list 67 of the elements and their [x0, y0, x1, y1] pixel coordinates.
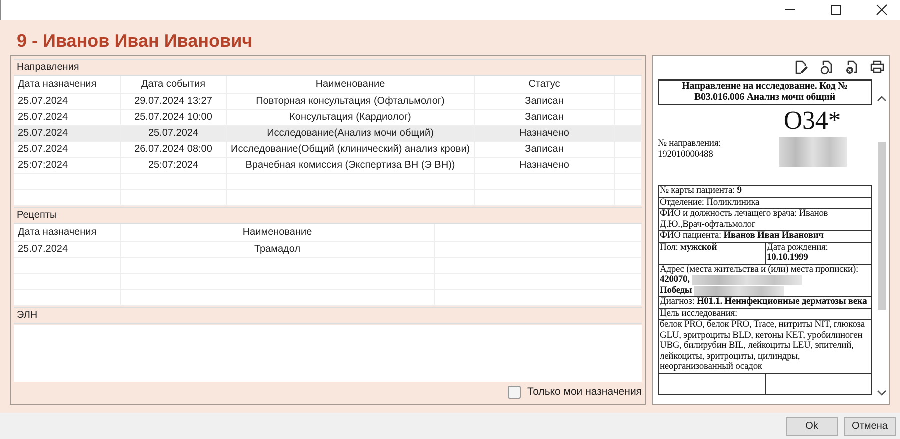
column-header[interactable]: Дата назначения — [14, 224, 121, 241]
section-title: Направления — [17, 62, 80, 73]
table-cell: 25.07.2024 — [14, 94, 121, 109]
document-field: Цель исследования: — [659, 308, 871, 319]
document-field: белок PRO, белок PRO, Trace, нитриты NIT, глюкоза GLU, эритроциты BLD, кетоны KET, уробилиноген UBG, билирубин BIL, лейкоциты LEU, эпителий, лейкоциты, эритроциты, цилиндры, неорганизованный осадок — [659, 320, 871, 372]
table-cell: Назначено — [475, 158, 615, 173]
redacted-block — [778, 137, 846, 167]
table-cell: 25.07.2024 — [121, 126, 227, 141]
table-cell: Врачебная комиссия (Экспертиза ВН (Э ВН)) — [227, 158, 475, 173]
table-cell: 25:07:2024 — [14, 158, 121, 173]
table-row[interactable]: 25:07:2024 25:07:2024 Врачебная комиссия (Экспертиза ВН (Э ВН)) Назначено — [14, 158, 642, 174]
referral-label: № направления: — [658, 139, 722, 150]
close-icon[interactable] — [876, 4, 888, 16]
table-cell: Исследование(Общий (клинический) анализ крови) — [227, 142, 475, 157]
table-cell: 25.07.2024 — [14, 142, 121, 157]
table-cell: 25.07.2024 — [14, 242, 121, 257]
checkbox[interactable] — [508, 386, 522, 398]
column-header[interactable]: Дата события — [121, 76, 227, 93]
table-cell: 25.07.2024 — [14, 126, 121, 141]
document-field: ФИО и должность лечащего врача: Иванов Д.Ю.,Врач-офтальмолог — [659, 209, 871, 230]
only-mine-checkbox[interactable]: Только мои назначения — [508, 386, 642, 398]
scroll-up-icon[interactable] — [877, 96, 887, 102]
address-text: 420070, — [660, 275, 690, 286]
cancel-button[interactable]: Отмена — [844, 416, 896, 436]
address-label: Адрес (места жительства и (или) места прописки): — [660, 264, 860, 275]
column-header[interactable]: Наименование — [121, 224, 435, 241]
table-cell: Трамадол — [121, 242, 435, 257]
table-cell: Назначено — [475, 126, 615, 141]
column-header[interactable]: Статус — [475, 76, 615, 93]
table-row[interactable]: 25.07.2024 26.07.2024 08:00 Исследование(Общий (клинический) анализ крови) Записан — [14, 142, 642, 158]
table-row[interactable]: 25.07.2024 29.07.2024 13:27 Повторная консультация (Офтальмолог) Записан — [14, 94, 642, 110]
column-header[interactable]: Наименование — [227, 76, 475, 93]
table-cell: 25:07:2024 — [121, 158, 227, 173]
ok-button[interactable]: Ok — [786, 416, 838, 436]
scroll-down-icon[interactable] — [877, 390, 887, 396]
column-header[interactable]: Дата назначения — [14, 76, 121, 93]
checkbox-label[interactable]: Только мои назначения — [527, 386, 642, 398]
document-field: № карты пациента: 9 — [659, 186, 871, 196]
table-cell: Исследование(Анализ мочи общий) — [227, 126, 475, 141]
document-field: Дата рождения: 10.10.1999 — [766, 242, 871, 264]
patient-title: 9 - Иванов Иван Иванович — [16, 30, 254, 53]
address-text: Победы — [660, 286, 692, 296]
code-label: О34* — [784, 107, 842, 135]
document-cross-icon[interactable] — [845, 60, 859, 74]
section-title: Рецепты — [17, 210, 58, 221]
table-cell: 29.07.2024 13:27 — [121, 94, 227, 109]
table-cell: 25.07.2024 — [14, 110, 121, 125]
table-cell: 26.07.2024 08:00 — [121, 142, 227, 157]
document-field: Отделение: Поликлиника — [659, 198, 871, 208]
table-cell: Консультация (Кардиолог) — [227, 110, 475, 125]
document-field: Пол: мужской — [659, 242, 766, 264]
table-cell: Записан — [475, 110, 615, 125]
scroll-thumb[interactable] — [878, 142, 886, 310]
table-cell: Повторная консультация (Офтальмолог) — [227, 94, 475, 109]
maximize-icon[interactable] — [830, 4, 842, 16]
document-circle-icon[interactable] — [820, 60, 834, 74]
document-field: ФИО пациента: Иванов Иван Иванович — [659, 231, 871, 242]
printer-icon[interactable] — [870, 60, 885, 74]
document-field: Диагноз: Н01.1. Неинфекционные дерматозы века — [659, 297, 871, 308]
table-cell: 25.07.2024 10:00 — [121, 110, 227, 125]
table-cell: Записан — [475, 94, 615, 109]
referral-number: 192010000488 — [658, 150, 714, 160]
document-title: Направление на исследование. Код № В03.016.006 Анализ мочи общий — [658, 80, 872, 105]
document-pencil-icon[interactable] — [795, 60, 809, 74]
table-row[interactable]: 25.07.2024 25.07.2024 Исследование(Анализ мочи общий) Назначено — [14, 126, 642, 142]
section-title: ЭЛН — [17, 310, 38, 321]
table-cell: Записан — [475, 142, 615, 157]
